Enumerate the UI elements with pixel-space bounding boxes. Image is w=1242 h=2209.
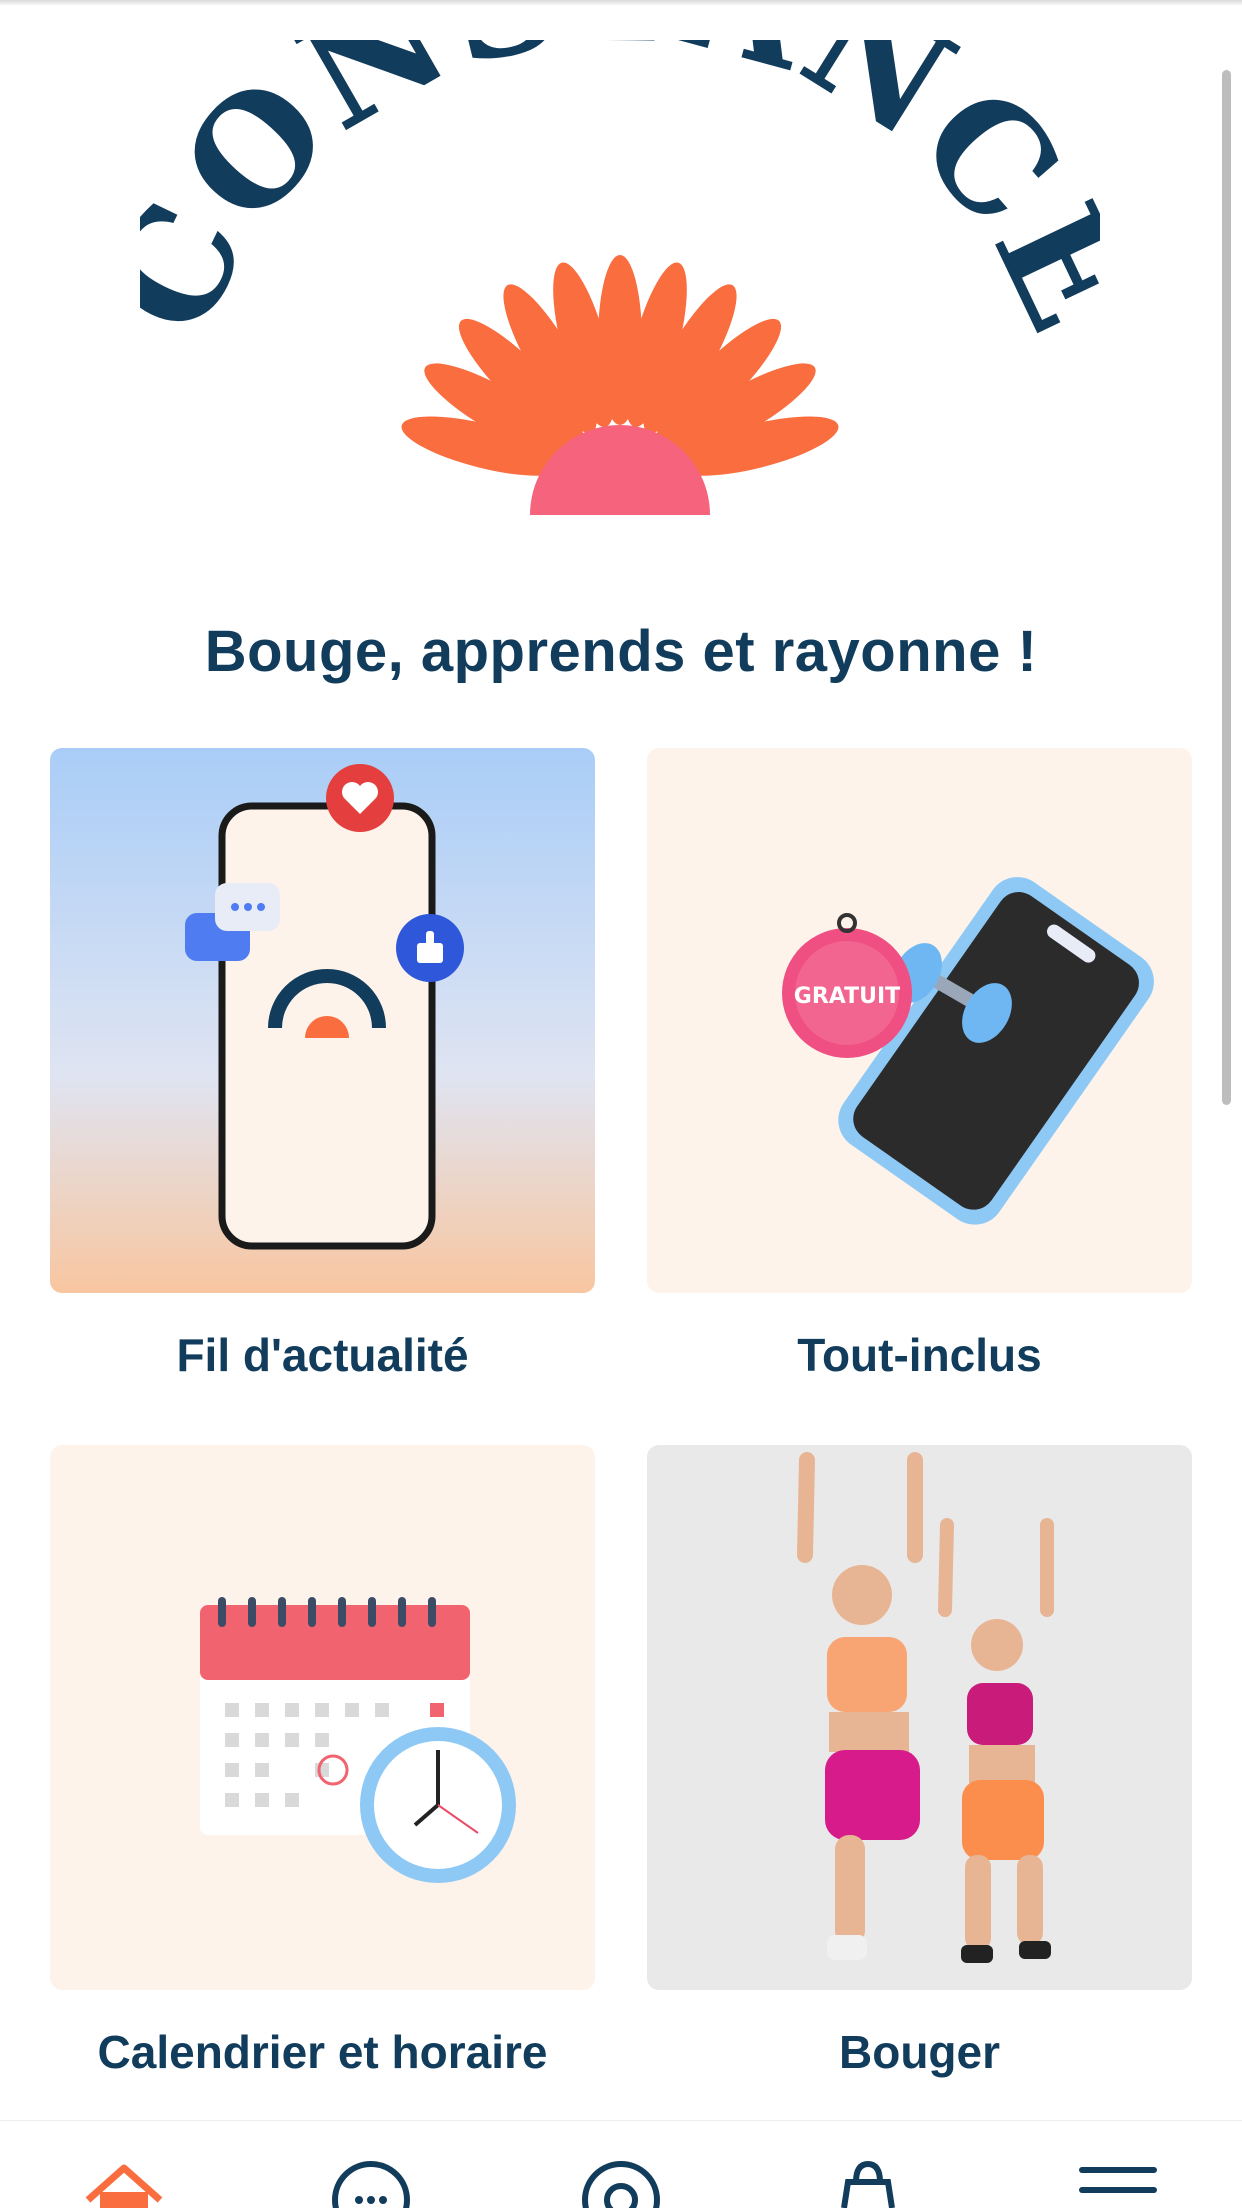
woman-exercising-left — [797, 1452, 923, 1960]
nav-home[interactable] — [84, 2160, 184, 2208]
card-image-calendar — [50, 1445, 595, 1990]
thumbs-up-bubble-icon — [396, 914, 464, 982]
nav-menu[interactable] — [1078, 2160, 1178, 2208]
card-label: Calendrier et horaire — [97, 2026, 548, 2078]
card-calendrier-horaire[interactable]: Calendrier et horaire — [50, 1445, 595, 2079]
card-image-news-feed — [50, 748, 595, 1293]
card-bouger[interactable]: Bouger — [647, 1445, 1192, 2079]
chat-icon — [332, 2161, 410, 2208]
constance-logo: CONSTANCE — [140, 40, 1100, 515]
nav-shop[interactable] — [828, 2160, 928, 2208]
card-image-workout-photo — [647, 1445, 1192, 1990]
svg-text:GRATUIT: GRATUIT — [794, 984, 900, 1009]
card-label: Tout-inclus — [797, 1329, 1042, 1381]
page-tagline: Bouge, apprends et rayonne ! — [204, 619, 1038, 684]
shopping-bag-icon — [841, 2160, 895, 2208]
woman-exercising-right — [938, 1518, 1054, 1963]
card-tout-inclus[interactable]: GRATUIT Tout-inclus — [647, 748, 1192, 1382]
card-image-all-inclusive: GRATUIT — [647, 748, 1192, 1293]
heart-bubble-icon — [326, 764, 394, 832]
gratuit-badge: GRATUIT — [782, 913, 912, 1058]
nav-chat[interactable] — [331, 2160, 431, 2208]
menu-icon — [1079, 2167, 1157, 2193]
card-label: Bouger — [839, 2026, 1000, 2078]
clock-icon — [360, 1727, 516, 1883]
status-bar-shadow — [0, 0, 1242, 6]
scrollbar[interactable] — [1222, 70, 1231, 1105]
card-fil-actualite[interactable]: Fil d'actualité — [50, 748, 595, 1382]
nav-target[interactable] — [581, 2160, 681, 2208]
card-label: Fil d'actualité — [176, 1329, 469, 1381]
home-icon — [85, 2164, 163, 2208]
target-icon — [582, 2161, 660, 2208]
